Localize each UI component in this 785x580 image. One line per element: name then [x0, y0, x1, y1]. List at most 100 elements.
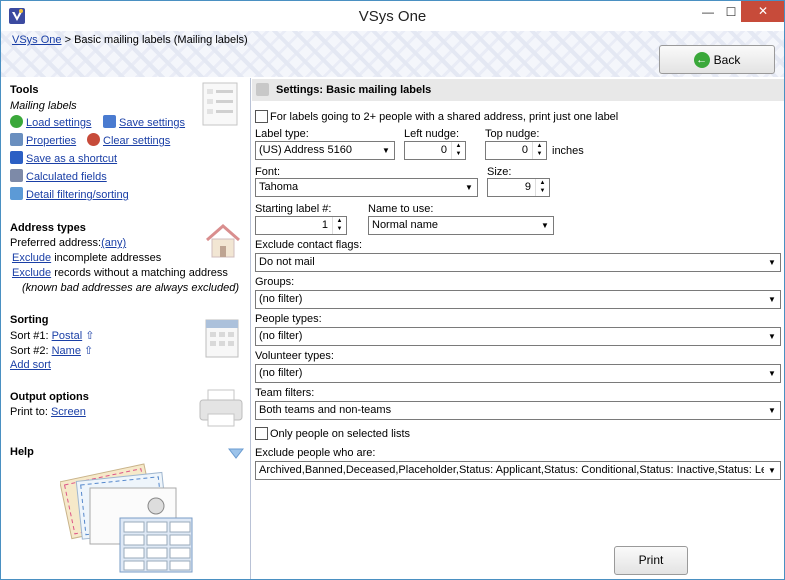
add-sort-row: Add sort: [10, 359, 51, 371]
font-select[interactable]: Tahoma ▼: [255, 178, 478, 197]
tools-sidebar: Tools Mailing labels Load settings Save …: [2, 78, 251, 579]
clear-settings-link[interactable]: Clear settings: [103, 135, 170, 147]
left-nudge-spinner[interactable]: 0 ▲ ▼: [404, 141, 466, 160]
spin-arrows-icon[interactable]: ▲ ▼: [332, 217, 346, 234]
sort1-row: Sort #1: Postal ⇧: [10, 329, 94, 342]
app-window: VSys One — ☐ ✕ VSys One > Basic mailing …: [0, 0, 785, 580]
team-filters-value: Both teams and non-teams: [259, 404, 392, 416]
preferred-address-row: Preferred address:(any): [10, 237, 126, 249]
sort1-direction-icon[interactable]: ⇧: [85, 330, 94, 342]
size-spinner[interactable]: 9 ▲ ▼: [487, 178, 550, 197]
groups-select[interactable]: (no filter) ▼: [255, 290, 781, 309]
font-label: Font:: [255, 166, 281, 178]
exclude-nomatch-text: records without a matching address: [54, 267, 228, 279]
add-sort-link[interactable]: Add sort: [10, 359, 51, 371]
chevron-down-icon: ▼: [764, 291, 780, 308]
shared-address-checkbox[interactable]: [255, 110, 268, 123]
detail-row[interactable]: Detail filtering/sorting: [10, 187, 129, 201]
close-button[interactable]: ✕: [741, 1, 784, 22]
exclude-nomatch-link[interactable]: Exclude: [12, 267, 51, 279]
shortcut-row[interactable]: Save as a shortcut: [10, 151, 117, 165]
starting-label-label: Starting label #:: [255, 203, 332, 215]
exclude-incomplete-link[interactable]: Exclude: [12, 252, 51, 264]
settings-panel: Settings: Basic mailing labels For label…: [252, 78, 784, 579]
calc-row[interactable]: Calculated fields: [10, 169, 107, 183]
output-options-title: Output options: [10, 391, 89, 403]
left-nudge-value: 0: [440, 144, 447, 156]
exclude-incomplete-text: incomplete addresses: [54, 252, 162, 264]
save-settings-row[interactable]: Save settings: [103, 115, 185, 129]
volunteer-types-select[interactable]: (no filter) ▼: [255, 364, 781, 383]
label-type-select[interactable]: (US) Address 5160 ▼: [255, 141, 395, 160]
calculated-fields-link[interactable]: Calculated fields: [26, 171, 107, 183]
spin-arrows-icon[interactable]: ▲ ▼: [535, 179, 549, 196]
sort2-direction-icon[interactable]: ⇧: [84, 345, 93, 357]
font-value: Tahoma: [259, 181, 299, 193]
house-icon: [206, 224, 240, 258]
top-nudge-spinner[interactable]: 0 ▲ ▼: [485, 141, 547, 160]
calculator-icon: [10, 169, 23, 182]
spin-arrows-icon[interactable]: ▲ ▼: [451, 142, 465, 159]
print-to-label: Print to:: [10, 406, 48, 418]
maximize-button[interactable]: ☐: [721, 2, 741, 22]
shortcut-icon: [10, 151, 23, 164]
sort1-link[interactable]: Postal: [52, 330, 83, 342]
breadcrumb: VSys One > Basic mailing labels (Mailing…: [12, 34, 248, 46]
breadcrumb-separator: >: [64, 34, 72, 46]
load-settings-link[interactable]: Load settings: [26, 117, 91, 129]
load-icon: [10, 115, 23, 128]
print-to-row: Print to: Screen: [10, 406, 86, 418]
minimize-button[interactable]: —: [695, 2, 721, 22]
exclude-flags-select[interactable]: Do not mail ▼: [255, 253, 781, 272]
properties-icon: [10, 133, 23, 146]
save-shortcut-link[interactable]: Save as a shortcut: [26, 153, 117, 165]
selected-lists-checkbox[interactable]: [255, 427, 268, 440]
properties-link[interactable]: Properties: [26, 135, 76, 147]
back-button[interactable]: ← Back: [659, 45, 775, 74]
save-settings-link[interactable]: Save settings: [119, 117, 185, 129]
sort1-label: Sort #1:: [10, 330, 49, 342]
volunteer-types-label: Volunteer types:: [255, 350, 334, 362]
chevron-down-icon: ▼: [764, 328, 780, 345]
help-title: Help: [10, 446, 34, 458]
print-to-link[interactable]: Screen: [51, 406, 86, 418]
starting-label-spinner[interactable]: 1 ▲ ▼: [255, 216, 347, 235]
load-settings-row[interactable]: Load settings: [10, 115, 91, 129]
exclude-flags-label: Exclude contact flags:: [255, 239, 363, 251]
settings-header: Settings: Basic mailing labels: [252, 79, 784, 101]
exclude-incomplete-row: Exclude incomplete addresses: [12, 252, 161, 264]
groups-label: Groups:: [255, 276, 295, 288]
team-filters-select[interactable]: Both teams and non-teams ▼: [255, 401, 781, 420]
chevron-down-icon: ▼: [461, 179, 477, 196]
clear-settings-row[interactable]: Clear settings: [87, 133, 170, 147]
printer-icon: [199, 389, 243, 427]
sort2-link[interactable]: Name: [52, 345, 81, 357]
back-arrow-icon: ←: [693, 51, 710, 68]
exclude-people-select[interactable]: Archived,Banned,Deceased,Placeholder,Sta…: [255, 461, 781, 480]
name-to-use-select[interactable]: Normal name ▼: [368, 216, 554, 235]
label-type-value: (US) Address 5160: [259, 144, 352, 156]
shared-address-label: For labels going to 2+ people with a sha…: [270, 111, 619, 123]
chevron-down-icon: ▼: [764, 462, 780, 479]
preferred-address-label: Preferred address:: [10, 237, 102, 249]
help-collapse-icon[interactable]: [228, 448, 244, 460]
properties-row[interactable]: Properties: [10, 133, 76, 147]
people-types-select[interactable]: (no filter) ▼: [255, 327, 781, 346]
preferred-address-link[interactable]: (any): [101, 237, 126, 249]
mailing-labels-illustration: [60, 463, 193, 573]
people-types-label: People types:: [255, 313, 322, 325]
breadcrumb-current: Basic mailing labels (Mailing labels): [74, 34, 248, 46]
print-button[interactable]: Print: [614, 546, 688, 575]
spin-arrows-icon[interactable]: ▲ ▼: [532, 142, 546, 159]
save-icon: [103, 115, 116, 128]
tools-subtitle: Mailing labels: [10, 100, 77, 112]
sorting-title: Sorting: [10, 314, 49, 326]
chevron-down-icon: ▼: [764, 365, 780, 382]
name-to-use-label: Name to use:: [368, 203, 434, 215]
back-button-label: Back: [713, 52, 741, 67]
team-filters-label: Team filters:: [255, 387, 315, 399]
groups-value: (no filter): [259, 293, 303, 305]
address-types-title: Address types: [10, 222, 86, 234]
detail-filtering-link[interactable]: Detail filtering/sorting: [26, 189, 129, 201]
breadcrumb-home-link[interactable]: VSys One: [12, 34, 62, 46]
